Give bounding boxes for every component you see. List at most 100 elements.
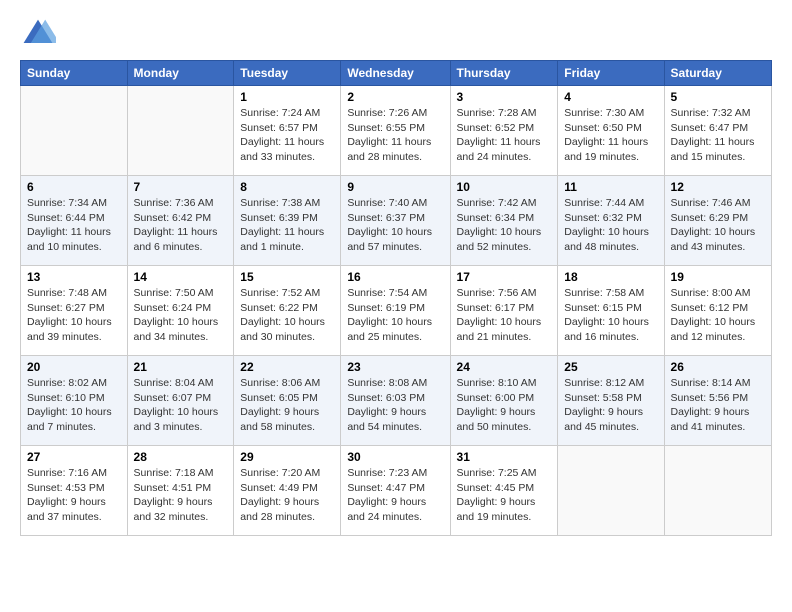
calendar-body: 1 Sunrise: 7:24 AMSunset: 6:57 PMDaylight… (21, 86, 772, 536)
day-number: 15 (240, 270, 334, 284)
day-number: 31 (457, 450, 552, 464)
day-info: Sunrise: 7:18 AMSunset: 4:51 PMDaylight:… (134, 466, 228, 525)
day-info: Sunrise: 7:58 AMSunset: 6:15 PMDaylight:… (564, 286, 657, 345)
logo (20, 16, 60, 52)
calendar-cell (21, 86, 128, 176)
calendar-cell: 8 Sunrise: 7:38 AMSunset: 6:39 PMDaylight… (234, 176, 341, 266)
day-header: Thursday (450, 61, 558, 86)
page: SundayMondayTuesdayWednesdayThursdayFrid… (0, 0, 792, 552)
calendar: SundayMondayTuesdayWednesdayThursdayFrid… (20, 60, 772, 536)
calendar-cell: 3 Sunrise: 7:28 AMSunset: 6:52 PMDaylight… (450, 86, 558, 176)
day-info: Sunrise: 7:32 AMSunset: 6:47 PMDaylight:… (671, 106, 765, 165)
logo-icon (20, 16, 56, 52)
calendar-cell: 30Sunrise: 7:23 AMSunset: 4:47 PMDayligh… (341, 446, 450, 536)
day-info: Sunrise: 7:54 AMSunset: 6:19 PMDaylight:… (347, 286, 443, 345)
calendar-week-row: 20 Sunrise: 8:02 AMSunset: 6:10 PMDayligh… (21, 356, 772, 446)
day-number: 20 (27, 360, 121, 374)
calendar-week-row: 1 Sunrise: 7:24 AMSunset: 6:57 PMDaylight… (21, 86, 772, 176)
calendar-cell: 31 Sunrise: 7:25 AMSunset: 4:45 PMDayligh… (450, 446, 558, 536)
day-number: 6 (27, 180, 121, 194)
calendar-cell: 29 Sunrise: 7:20 AMSunset: 4:49 PMDayligh… (234, 446, 341, 536)
day-number: 9 (347, 180, 443, 194)
calendar-cell: 28 Sunrise: 7:18 AMSunset: 4:51 PMDayligh… (127, 446, 234, 536)
day-info: Sunrise: 7:38 AMSunset: 6:39 PMDaylight:… (240, 196, 334, 255)
day-header: Monday (127, 61, 234, 86)
calendar-week-row: 13 Sunrise: 7:48 AMSunset: 6:27 PMDayligh… (21, 266, 772, 356)
day-info: Sunrise: 7:20 AMSunset: 4:49 PMDaylight:… (240, 466, 334, 525)
day-number: 23 (347, 360, 443, 374)
day-info: Sunrise: 7:52 AMSunset: 6:22 PMDaylight:… (240, 286, 334, 345)
calendar-cell: 4 Sunrise: 7:30 AMSunset: 6:50 PMDaylight… (558, 86, 664, 176)
calendar-header: SundayMondayTuesdayWednesdayThursdayFrid… (21, 61, 772, 86)
calendar-cell: 16 Sunrise: 7:54 AMSunset: 6:19 PMDayligh… (341, 266, 450, 356)
calendar-cell: 17Sunrise: 7:56 AMSunset: 6:17 PMDayligh… (450, 266, 558, 356)
day-info: Sunrise: 7:42 AMSunset: 6:34 PMDaylight:… (457, 196, 552, 255)
calendar-cell: 19 Sunrise: 8:00 AMSunset: 6:12 PMDayligh… (664, 266, 771, 356)
day-info: Sunrise: 7:26 AMSunset: 6:55 PMDaylight:… (347, 106, 443, 165)
day-number: 12 (671, 180, 765, 194)
calendar-cell: 21Sunrise: 8:04 AMSunset: 6:07 PMDayligh… (127, 356, 234, 446)
day-number: 16 (347, 270, 443, 284)
day-info: Sunrise: 8:08 AMSunset: 6:03 PMDaylight:… (347, 376, 443, 435)
calendar-cell: 2Sunrise: 7:26 AMSunset: 6:55 PMDaylight… (341, 86, 450, 176)
day-info: Sunrise: 8:02 AMSunset: 6:10 PMDaylight:… (27, 376, 121, 435)
day-number: 11 (564, 180, 657, 194)
calendar-cell: 12 Sunrise: 7:46 AMSunset: 6:29 PMDayligh… (664, 176, 771, 266)
calendar-cell (558, 446, 664, 536)
day-number: 25 (564, 360, 657, 374)
day-info: Sunrise: 7:30 AMSunset: 6:50 PMDaylight:… (564, 106, 657, 165)
calendar-cell: 10 Sunrise: 7:42 AMSunset: 6:34 PMDayligh… (450, 176, 558, 266)
day-number: 13 (27, 270, 121, 284)
calendar-cell: 23 Sunrise: 8:08 AMSunset: 6:03 PMDayligh… (341, 356, 450, 446)
day-info: Sunrise: 7:50 AMSunset: 6:24 PMDaylight:… (134, 286, 228, 345)
day-number: 4 (564, 90, 657, 104)
day-number: 18 (564, 270, 657, 284)
calendar-cell: 11 Sunrise: 7:44 AMSunset: 6:32 PMDayligh… (558, 176, 664, 266)
day-number: 27 (27, 450, 121, 464)
day-number: 3 (457, 90, 552, 104)
day-info: Sunrise: 7:46 AMSunset: 6:29 PMDaylight:… (671, 196, 765, 255)
calendar-cell: 25 Sunrise: 8:12 AMSunset: 5:58 PMDayligh… (558, 356, 664, 446)
calendar-cell: 20 Sunrise: 8:02 AMSunset: 6:10 PMDayligh… (21, 356, 128, 446)
day-header: Sunday (21, 61, 128, 86)
calendar-cell: 22 Sunrise: 8:06 AMSunset: 6:05 PMDayligh… (234, 356, 341, 446)
day-info: Sunrise: 7:23 AMSunset: 4:47 PMDaylight:… (347, 466, 443, 525)
day-number: 5 (671, 90, 765, 104)
day-info: Sunrise: 8:06 AMSunset: 6:05 PMDaylight:… (240, 376, 334, 435)
day-info: Sunrise: 7:28 AMSunset: 6:52 PMDaylight:… (457, 106, 552, 165)
day-number: 19 (671, 270, 765, 284)
header (20, 16, 772, 52)
calendar-cell: 18 Sunrise: 7:58 AMSunset: 6:15 PMDayligh… (558, 266, 664, 356)
day-number: 7 (134, 180, 228, 194)
day-number: 24 (457, 360, 552, 374)
day-info: Sunrise: 7:44 AMSunset: 6:32 PMDaylight:… (564, 196, 657, 255)
calendar-cell (127, 86, 234, 176)
day-info: Sunrise: 8:14 AMSunset: 5:56 PMDaylight:… (671, 376, 765, 435)
calendar-cell: 27Sunrise: 7:16 AMSunset: 4:53 PMDayligh… (21, 446, 128, 536)
day-number: 10 (457, 180, 552, 194)
calendar-week-row: 27Sunrise: 7:16 AMSunset: 4:53 PMDayligh… (21, 446, 772, 536)
day-number: 17 (457, 270, 552, 284)
day-info: Sunrise: 7:34 AMSunset: 6:44 PMDaylight:… (27, 196, 121, 255)
day-header: Wednesday (341, 61, 450, 86)
day-number: 1 (240, 90, 334, 104)
header-row: SundayMondayTuesdayWednesdayThursdayFrid… (21, 61, 772, 86)
calendar-cell: 1 Sunrise: 7:24 AMSunset: 6:57 PMDaylight… (234, 86, 341, 176)
day-number: 22 (240, 360, 334, 374)
day-number: 28 (134, 450, 228, 464)
day-info: Sunrise: 8:00 AMSunset: 6:12 PMDaylight:… (671, 286, 765, 345)
day-number: 26 (671, 360, 765, 374)
calendar-cell: 15 Sunrise: 7:52 AMSunset: 6:22 PMDayligh… (234, 266, 341, 356)
day-info: Sunrise: 7:25 AMSunset: 4:45 PMDaylight:… (457, 466, 552, 525)
day-number: 29 (240, 450, 334, 464)
calendar-week-row: 6 Sunrise: 7:34 AMSunset: 6:44 PMDaylight… (21, 176, 772, 266)
day-info: Sunrise: 7:36 AMSunset: 6:42 PMDaylight:… (134, 196, 228, 255)
day-number: 21 (134, 360, 228, 374)
day-info: Sunrise: 8:12 AMSunset: 5:58 PMDaylight:… (564, 376, 657, 435)
day-header: Friday (558, 61, 664, 86)
calendar-cell: 26 Sunrise: 8:14 AMSunset: 5:56 PMDayligh… (664, 356, 771, 446)
day-number: 8 (240, 180, 334, 194)
day-info: Sunrise: 7:48 AMSunset: 6:27 PMDaylight:… (27, 286, 121, 345)
day-info: Sunrise: 7:24 AMSunset: 6:57 PMDaylight:… (240, 106, 334, 165)
day-header: Saturday (664, 61, 771, 86)
